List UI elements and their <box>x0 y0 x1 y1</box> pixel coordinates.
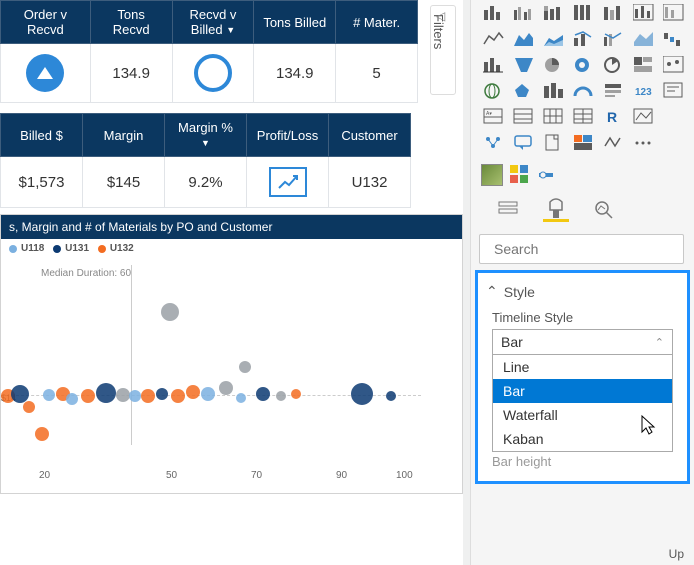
option-waterfall[interactable]: Waterfall <box>493 403 672 427</box>
col-billed[interactable]: Billed $ <box>1 114 83 157</box>
col-recvd-billed[interactable]: Recvd v Billed ▼ <box>172 1 254 44</box>
waterfall-icon[interactable] <box>661 28 687 50</box>
tons-recvd-value: 134.9 <box>90 44 172 103</box>
fields-tab[interactable] <box>495 198 521 222</box>
visualizations-pane: 123 A▾ R ⌃ Style <box>470 0 694 565</box>
col-customer[interactable]: Customer <box>329 114 411 157</box>
analytics-tab[interactable] <box>591 198 617 222</box>
funnel-icon[interactable] <box>511 54 537 76</box>
globe-icon[interactable] <box>481 80 507 102</box>
style-header[interactable]: ⌃ Style <box>478 279 687 304</box>
matrix-icon[interactable] <box>511 106 537 128</box>
chevron-up-icon: ⌃ <box>486 283 498 300</box>
filled-map-icon[interactable] <box>661 54 687 76</box>
mater-value: 5 <box>336 44 418 103</box>
area-icon[interactable] <box>511 28 537 50</box>
bar-height-label: Bar height <box>478 452 687 471</box>
chart-legend: U118 U131 U132 <box>1 239 462 260</box>
svg-text:123: 123 <box>635 87 652 98</box>
trend-up-icon <box>269 167 307 197</box>
svg-text:R: R <box>607 109 617 125</box>
search-field[interactable] <box>494 241 675 257</box>
multirow-icon[interactable] <box>601 80 627 102</box>
customer-value: U132 <box>329 157 411 208</box>
expand-icon[interactable]: ◁ <box>436 9 445 23</box>
treemap-icon[interactable] <box>601 54 627 76</box>
area-chart-icon[interactable] <box>661 2 687 24</box>
python-icon[interactable] <box>631 106 657 128</box>
line-chart-icon[interactable] <box>631 2 657 24</box>
pie-icon[interactable] <box>541 54 567 76</box>
tons-billed-value: 134.9 <box>254 44 336 103</box>
col-profit-loss[interactable]: Profit/Loss <box>247 114 329 157</box>
decomposition-icon[interactable] <box>571 132 597 154</box>
more-visuals-icon[interactable] <box>631 132 657 154</box>
qna-icon[interactable] <box>511 132 537 154</box>
arrow-up-icon <box>26 54 64 92</box>
col-margin[interactable]: Margin <box>83 114 165 157</box>
custom-viz-1-icon[interactable] <box>481 164 503 186</box>
search-input[interactable] <box>479 234 684 264</box>
format-tabs <box>471 190 694 226</box>
option-bar[interactable]: Bar <box>493 379 672 403</box>
timeline-style-label: Timeline Style <box>492 310 673 325</box>
custom-viz-2-icon[interactable] <box>509 164 531 186</box>
table-row: $1,573 $145 9.2% U132 <box>1 157 411 208</box>
ribbon-chart-icon[interactable] <box>601 2 627 24</box>
combo-chart-icon[interactable] <box>571 28 597 50</box>
billed-value: $1,573 <box>1 157 83 208</box>
table-icon[interactable]: A▾ <box>481 106 507 128</box>
target-icon <box>194 54 232 92</box>
line-icon[interactable] <box>481 28 507 50</box>
margin-pct-value: 9.2% <box>165 157 247 208</box>
custom-viz-3-icon[interactable] <box>537 164 559 186</box>
table-row: 134.9 134.9 5 <box>1 44 418 103</box>
filters-pane-collapsed[interactable]: ◁ Filters <box>430 5 456 95</box>
ribbon-icon[interactable] <box>631 28 657 50</box>
format-tab[interactable] <box>543 198 569 222</box>
chevron-up-icon: ⌃ <box>655 336 664 349</box>
100-stacked-icon[interactable] <box>571 2 597 24</box>
dropdown-selected[interactable]: Bar <box>493 330 672 354</box>
donut-icon[interactable] <box>571 54 597 76</box>
option-kaban[interactable]: Kaban <box>493 427 672 451</box>
col-tons-recvd[interactable]: Tons Recvd <box>90 1 172 44</box>
r-visual-icon[interactable]: R <box>601 106 627 128</box>
stacked-bar-icon[interactable] <box>481 2 507 24</box>
slicer-icon[interactable] <box>661 80 687 102</box>
key-influencers-icon[interactable] <box>481 132 507 154</box>
col-mater[interactable]: # Mater. <box>336 1 418 44</box>
median-annotation: Median Duration: 60 <box>41 268 131 279</box>
table2-icon[interactable] <box>541 106 567 128</box>
kpi-table-1[interactable]: Order v Recvd Tons Recvd Recvd v Billed … <box>0 0 418 103</box>
col-order-recvd[interactable]: Order v Recvd <box>1 1 91 44</box>
bubble-chart[interactable]: s, Margin and # of Materials by PO and C… <box>0 214 463 494</box>
chart-title: s, Margin and # of Materials by PO and C… <box>1 215 462 239</box>
arcgis-icon[interactable] <box>601 132 627 154</box>
viz-gallery: 123 A▾ R <box>471 0 694 160</box>
kpi-table-2[interactable]: Billed $ Margin Margin % ▼ Profit/Loss C… <box>0 113 411 208</box>
kpi-icon[interactable]: 123 <box>631 80 657 102</box>
up-button[interactable]: Up <box>669 547 684 561</box>
clustered-bar-icon[interactable] <box>511 2 537 24</box>
dropdown-list: Line Bar Waterfall Kaban <box>493 354 672 451</box>
svg-text:A▾: A▾ <box>486 111 492 117</box>
card-icon[interactable] <box>571 80 597 102</box>
stacked-area-icon[interactable] <box>541 28 567 50</box>
col-margin-pct[interactable]: Margin % ▼ <box>165 114 247 157</box>
option-line[interactable]: Line <box>493 355 672 379</box>
margin-value: $145 <box>83 157 165 208</box>
combo2-icon[interactable] <box>601 28 627 50</box>
timeline-style-dropdown[interactable]: Bar ⌃ Line Bar Waterfall Kaban <box>492 329 673 452</box>
gauge-icon[interactable] <box>541 80 567 102</box>
matrix2-icon[interactable] <box>571 106 597 128</box>
col-tons-billed[interactable]: Tons Billed <box>254 1 336 44</box>
scatter-icon[interactable] <box>481 54 507 76</box>
paginated-icon[interactable] <box>541 132 567 154</box>
stacked-column-icon[interactable] <box>541 2 567 24</box>
style-section: ⌃ Style Timeline Style Bar ⌃ Line Bar Wa… <box>475 270 690 484</box>
map-icon[interactable] <box>631 54 657 76</box>
shape-map-icon[interactable] <box>511 80 537 102</box>
